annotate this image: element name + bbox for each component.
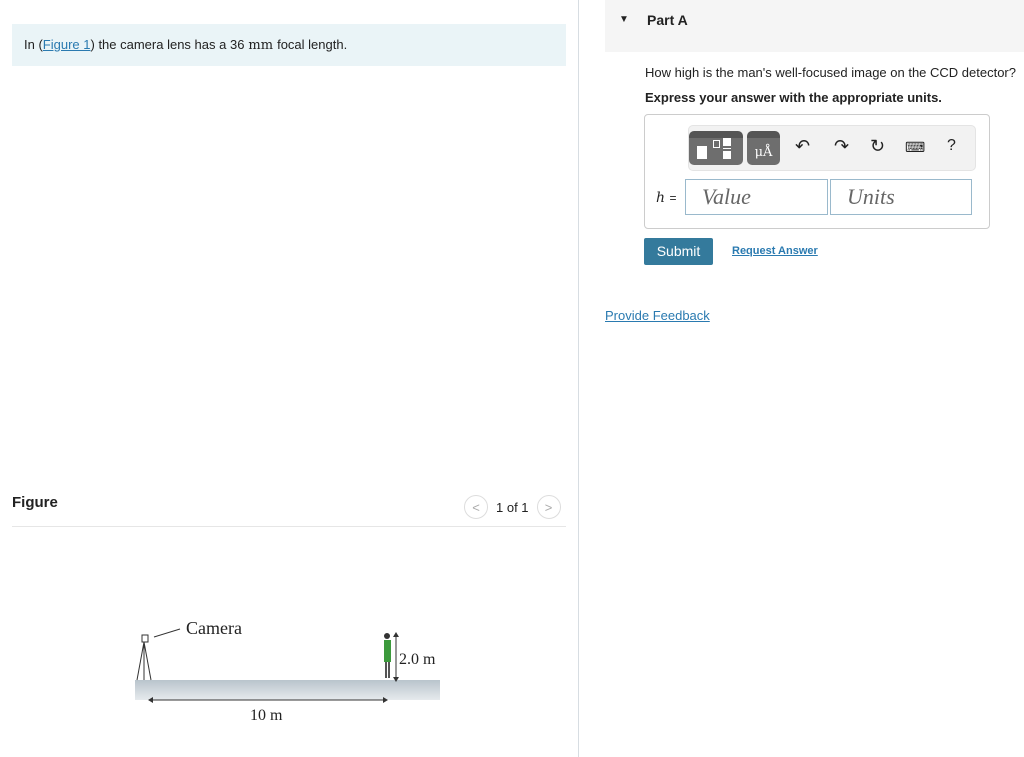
problem-panel: In (Figure 1) the camera lens has a 36 mm… bbox=[0, 0, 578, 757]
divider bbox=[12, 526, 566, 527]
figure-pager: < 1 of 1 > bbox=[464, 495, 561, 519]
variable-label: h = bbox=[656, 190, 677, 206]
figure-image: Camera 2.0 m 10 m bbox=[135, 618, 440, 724]
panel-divider bbox=[578, 0, 579, 757]
provide-feedback-link[interactable]: Provide Feedback bbox=[605, 308, 710, 323]
submit-button[interactable]: Submit bbox=[644, 238, 713, 265]
camera-label: Camera bbox=[186, 618, 242, 638]
person-icon bbox=[384, 633, 391, 678]
chevron-right-icon[interactable]: > bbox=[536, 495, 561, 519]
value-input[interactable]: Value bbox=[685, 179, 828, 215]
chevron-left-icon[interactable]: < bbox=[464, 495, 488, 519]
help-button[interactable]: ? bbox=[947, 137, 956, 155]
figure-link[interactable]: Figure 1 bbox=[43, 37, 91, 52]
camera-icon bbox=[136, 634, 152, 681]
templates-button[interactable] bbox=[689, 131, 743, 165]
keyboard-icon[interactable]: ⌨ bbox=[905, 139, 925, 156]
request-answer-link[interactable]: Request Answer bbox=[732, 245, 818, 257]
camera-pointer bbox=[153, 628, 181, 638]
reset-icon[interactable]: ↻ bbox=[870, 136, 885, 157]
ground bbox=[135, 680, 440, 700]
caret-down-icon[interactable]: ▼ bbox=[619, 14, 629, 25]
units-input[interactable]: Units bbox=[830, 179, 972, 215]
question-text: How high is the man's well-focused image… bbox=[645, 65, 1016, 80]
instruction-text: Express your answer with the appropriate… bbox=[645, 90, 942, 105]
height-label: 2.0 m bbox=[399, 651, 436, 668]
answer-box: μÅ ↶ ↷ ↻ ⌨ ? h = Value Units bbox=[644, 114, 990, 229]
undo-icon[interactable]: ↶ bbox=[795, 136, 810, 157]
redo-icon[interactable]: ↷ bbox=[834, 136, 849, 157]
part-a-header[interactable]: ▼ Part A bbox=[605, 0, 1024, 52]
problem-intro: In (Figure 1) the camera lens has a 36 mm… bbox=[12, 24, 566, 66]
units-button[interactable]: μÅ bbox=[747, 131, 780, 165]
page-indicator: 1 of 1 bbox=[496, 499, 529, 515]
distance-label: 10 m bbox=[250, 707, 283, 724]
math-toolbar: μÅ ↶ ↷ ↻ ⌨ ? bbox=[688, 125, 976, 171]
figure-title: Figure bbox=[12, 494, 58, 511]
